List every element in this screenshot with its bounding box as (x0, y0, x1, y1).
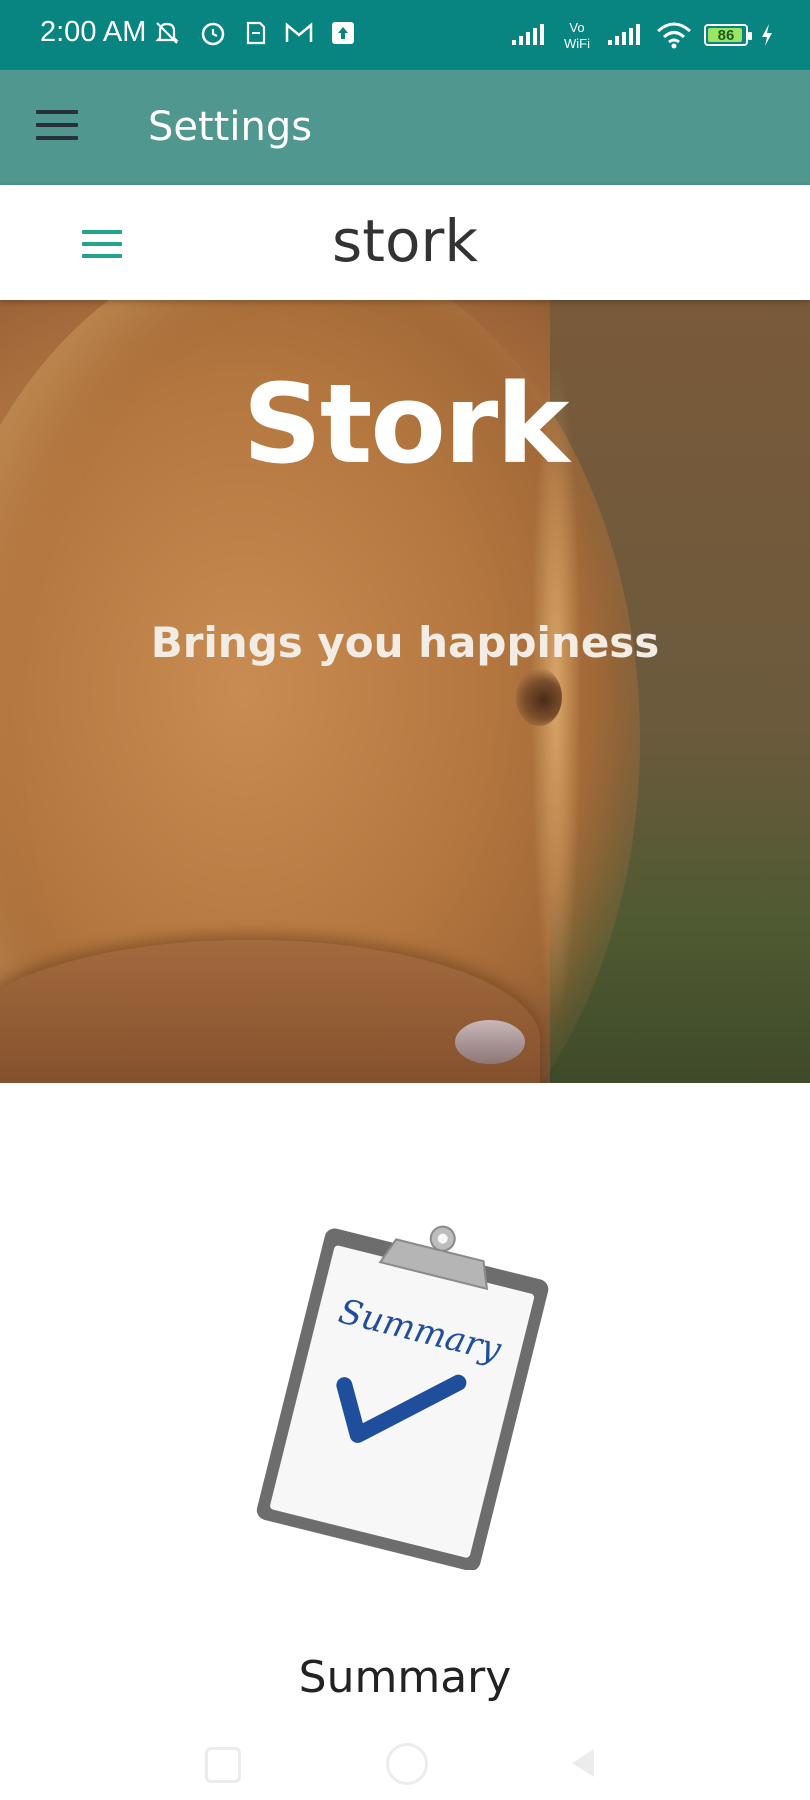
status-time: 2:00 AM (40, 16, 147, 48)
hamburger-icon-line (36, 136, 78, 140)
hero-banner: Stork Brings you happiness (0, 300, 810, 1083)
svg-text:Vo: Vo (569, 20, 584, 35)
status-bar: 2:00 AM Vo WiFi 86 (0, 0, 810, 70)
toolbar-title: Settings (148, 104, 313, 150)
signal-icon (512, 24, 544, 45)
status-left-icons (152, 18, 356, 48)
wifi-icon (657, 22, 691, 49)
back-button[interactable] (572, 1749, 594, 1777)
hero-title: Stork (242, 360, 570, 488)
home-button[interactable] (386, 1743, 428, 1785)
hamburger-icon-line (36, 123, 78, 127)
charging-icon (762, 24, 772, 46)
brand-name[interactable]: stork (0, 207, 810, 275)
web-header: stork (0, 185, 810, 300)
recent-apps-button[interactable] (205, 1747, 241, 1783)
alarm-icon (201, 22, 225, 46)
summary-clipboard-icon[interactable]: Summary (240, 1210, 570, 1570)
status-right-icons: Vo WiFi 86 (510, 18, 774, 52)
battery-icon: 86 (704, 24, 752, 46)
signal-icon (608, 24, 640, 45)
mute-notification-icon (155, 22, 179, 44)
drawer-menu-button[interactable] (36, 110, 78, 144)
upload-icon (332, 22, 354, 44)
hamburger-icon-line (36, 110, 78, 114)
vowifi-icon: VoWiFi (564, 20, 590, 51)
app-toolbar: Settings (0, 70, 810, 185)
system-nav-bar (0, 1735, 810, 1800)
hero-subtitle: Brings you happiness (150, 618, 660, 667)
hero-nail (455, 1020, 525, 1064)
hero-navel (516, 668, 562, 726)
svg-text:WiFi: WiFi (564, 36, 590, 51)
summary-label[interactable]: Summary (0, 1652, 810, 1703)
sim-icon (246, 21, 266, 45)
battery-level: 86 (717, 26, 735, 44)
gmail-icon (285, 22, 313, 42)
